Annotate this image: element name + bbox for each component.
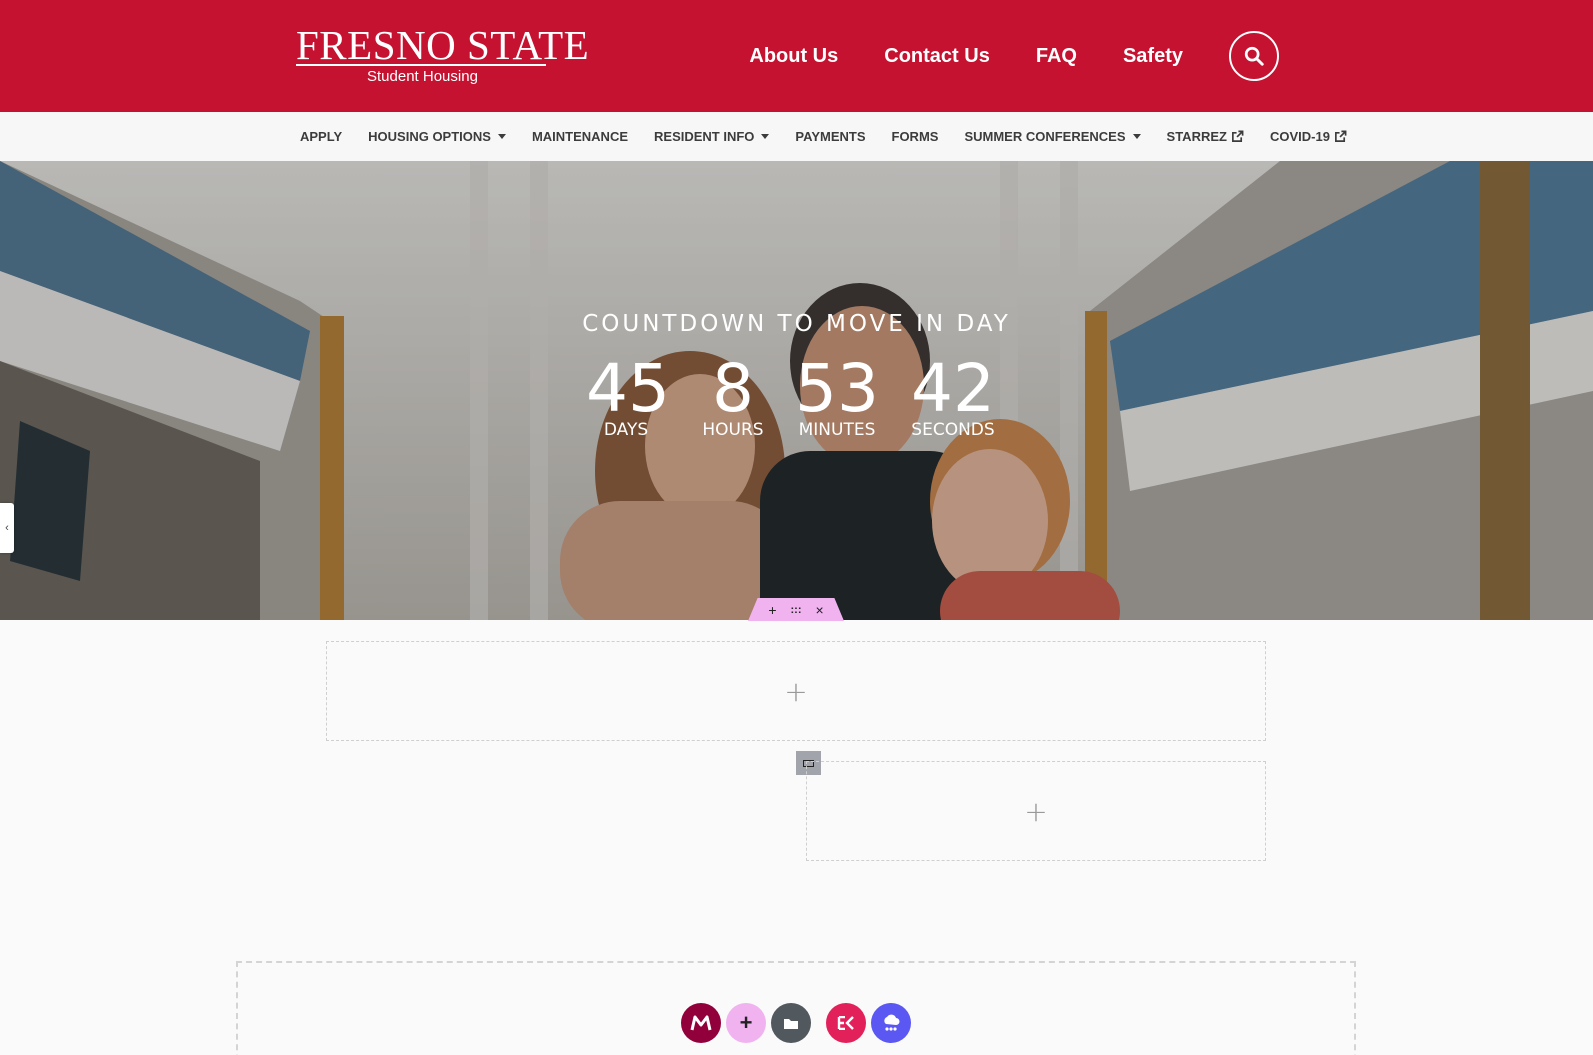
subnav-item-label: SUMMER CONFERENCES [964,129,1126,144]
panel-collapse-tab[interactable]: ‹ [0,503,14,553]
m-logo-icon[interactable] [681,1003,721,1043]
subnav-item-label: MAINTENANCE [531,129,629,144]
subnav-item-label: HOUSING OPTIONS [368,129,491,144]
subnav-item-resident-info[interactable]: RESIDENT INFO [654,129,770,144]
add-widget-icon[interactable]: + [784,675,807,708]
subnav-item-label: APPLY [300,129,343,144]
subnav-item-label: STARREZ [1166,129,1227,144]
nav-contact-us[interactable]: Contact Us [884,45,990,68]
subnav-item-label: FORMS [891,129,939,144]
countdown-seconds-label: SECONDS [911,420,995,440]
secondary-nav: APPLY HOUSING OPTIONS MAINTENANCE RESIDENT … [0,112,1593,161]
caret-down-icon [1132,134,1141,139]
external-link-icon [1334,130,1347,142]
subnav-item-payments[interactable]: PAYMENTS [795,129,865,144]
countdown-seconds-value: 42 [911,350,995,427]
countdown-hours-label: HOURS [702,420,764,440]
add-icon[interactable]: + [726,1003,766,1043]
logo-subtitle: Student Housing [367,68,478,85]
countdown-days-value: 45 [586,350,670,427]
empty-column-drop-zone-2[interactable]: + [806,761,1266,861]
empty-column-drop-zone[interactable]: + [326,641,1266,741]
logo-rule [296,64,546,66]
subnav-item-summer-conferences[interactable]: SUMMER CONFERENCES [964,129,1141,144]
chevron-left-icon: ‹ [5,522,9,534]
subnav-item-maintenance[interactable]: MAINTENANCE [532,129,628,144]
fresno-state-logo[interactable]: FRESNO STATE Student Housing [296,22,590,88]
search-icon [1244,46,1264,66]
caret-down-icon [497,134,506,139]
add-widget-icon-2[interactable]: + [1024,795,1047,828]
countdown-minutes-label: MINUTES [798,420,876,440]
subnav-item-label: COVID-19 [1269,129,1330,144]
countdown-hours-value: 8 [712,350,754,427]
hero-banner: COUNTDOWN TO MOVE IN DAY 45 DAYS 8 HOURS… [0,161,1593,620]
subnav-item-forms[interactable]: FORMS [892,129,939,144]
subnav-item-apply[interactable]: APPLY [300,129,342,144]
add-section-tools: + [681,1003,911,1043]
folder-icon[interactable] [771,1003,811,1043]
countdown-days: 45 DAYS [586,350,670,441]
external-link-icon [1231,130,1244,142]
close-icon[interactable]: × [816,602,824,618]
section-toolbar: + ::: × [748,598,844,621]
nav-safety[interactable]: Safety [1123,45,1183,68]
secondary-nav-list: APPLY HOUSING OPTIONS MAINTENANCE RESIDENT … [300,112,1347,161]
nav-about-us[interactable]: About Us [749,45,838,68]
logo-wordmark: FRESNO STATE [296,22,590,68]
subnav-item-label: RESIDENT INFO [654,129,755,144]
elementskit-icon[interactable] [826,1003,866,1043]
countdown-timer: 45 DAYS 8 HOURS 53 MINUTES 42 SECONDS [586,354,1006,454]
search-button[interactable] [1229,31,1279,81]
countdown-minutes-value: 53 [795,350,879,427]
site-header: FRESNO STATE Student Housing About Us Co… [0,0,1593,112]
caret-down-icon [761,134,770,139]
nav-faq[interactable]: FAQ [1036,45,1077,68]
subnav-item-covid-19[interactable]: COVID-19 [1270,129,1347,144]
countdown-title: COUNTDOWN TO MOVE IN DAY [582,311,1011,337]
countdown-hours: 8 HOURS [693,350,773,441]
countdown-seconds: 42 SECONDS [908,350,998,441]
subnav-item-label: PAYMENTS [795,129,866,144]
main-nav: About Us Contact Us FAQ Safety [749,31,1279,81]
add-section-icon[interactable]: + [768,602,776,618]
subnav-item-housing-options[interactable]: HOUSING OPTIONS [368,129,506,144]
countdown-minutes: 53 MINUTES [792,350,882,441]
subnav-item-starrez[interactable]: STARREZ [1167,129,1244,144]
cloud-icon[interactable] [871,1003,911,1043]
drag-handle-icon[interactable]: ::: [791,604,802,616]
